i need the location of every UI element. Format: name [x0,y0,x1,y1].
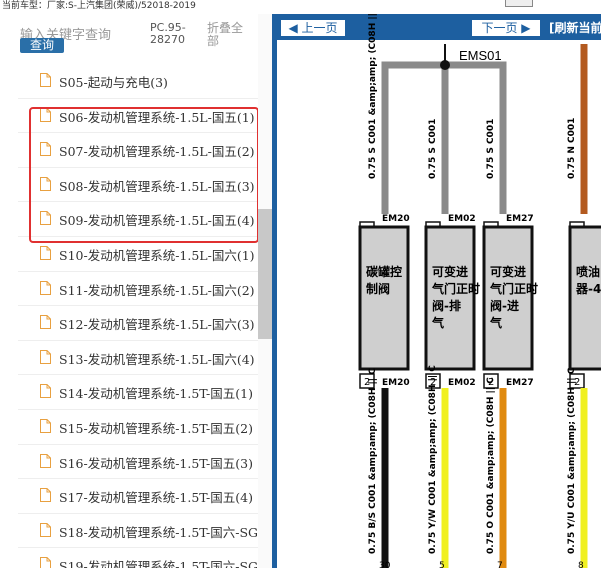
chapter-item[interactable]: S16-发动机管理系统-1.5T-国五(3) [18,445,260,480]
component-name: 喷油 [576,264,600,279]
chapter-item[interactable]: S12-发动机管理系统-1.5L-国六(3) [18,306,260,341]
wire-label: 0.75 S C001 [486,119,496,179]
component-name: 碳罐控 [366,264,402,279]
chapter-label: S17-发动机管理系统-1.5T-国五(4) [59,490,253,506]
chapter-item[interactable]: S11-发动机管理系统-1.5L-国六(2) [18,272,260,307]
chapter-label: S10-发动机管理系统-1.5L-国六(1) [59,247,255,263]
left-panel: 输入关键字查询 查询 PC.95-28270 折叠全部 S05-起动与充电(3)… [0,14,272,568]
document-icon [40,349,51,364]
chapter-label: S18-发动机管理系统-1.5T-国六-SGE [59,524,268,540]
chapter-label: S12-发动机管理系统-1.5L-国六(3) [59,317,255,333]
component-name: 阀-排 [432,298,461,313]
component-box [482,225,534,371]
chapter-item[interactable]: S14-发动机管理系统-1.5T-国五(1) [18,375,260,410]
chapter-item[interactable]: S17-发动机管理系统-1.5T-国五(4) [18,479,260,514]
fold-all-button[interactable]: 折叠全部 [207,22,251,48]
document-icon [40,280,51,295]
wire-label: 0.75 O C001 &amp;amp; (C08H || C [486,377,496,554]
highlight-box [29,107,259,243]
chapter-item[interactable]: S05-起动与充电(3) [18,64,260,99]
connector-label: EM27 [506,214,534,224]
pin-number: 30 [379,561,391,568]
document-icon [40,384,51,399]
connector-label: EM20 [382,214,410,224]
component-name: 气 [431,315,444,330]
wire-label: 0.75 N C001 [567,118,577,179]
chapter-label: S05-起动与充电(3) [59,75,168,90]
connector-label: EM02 [448,214,476,224]
document-icon [40,73,51,87]
component-name: 气门正时 [431,281,480,296]
document-icon [40,488,51,503]
component-box [424,225,476,371]
connector-label: EM27 [506,378,534,388]
chapter-item[interactable]: S18-发动机管理系统-1.5T-国六-SGE [18,514,267,549]
wire-label: 0.75 Y/W C001 &amp;amp; (C08H || C [428,365,438,554]
connector-label: EM20 [382,378,410,388]
pin-number: 5 [439,561,445,568]
component-name: 制阀 [366,281,390,296]
component-name: 气门正时 [489,281,538,296]
top-bar: 当前车型：厂家:S-上汽集团(荣威)/52018-2019 [0,0,601,14]
component-name: 阀-进 [490,298,519,313]
document-icon [40,453,51,468]
wire-label: 0.75 B/S C001 &amp;amp; (C08H || C [368,368,378,554]
component-name: 可变进 [432,264,468,279]
chapter-label: S13-发动机管理系统-1.5L-国六(4) [59,351,255,367]
component-box [358,225,410,371]
component-box [568,225,601,371]
pin-number: 7 [497,561,503,568]
wire-label: 0.75 S C001 [428,119,438,179]
search-button[interactable]: 查询 [20,38,64,53]
document-icon [40,557,51,568]
chapter-item[interactable]: S19-发动机管理系统-1.5T-国六-SGE [18,548,267,568]
chapter-item[interactable]: S15-发动机管理系统-1.5T-国五(2) [18,410,260,445]
chapter-label: S15-发动机管理系统-1.5T-国五(2) [59,420,253,436]
wiring-diagram: ◀ 上一页 下一页 ▶ [刷新当前 EMS01 0.75 S C001 &amp;… [272,14,601,568]
chapter-label: S19-发动机管理系统-1.5T-国六-SGE [59,559,268,568]
wire-label: 0.75 Y/U C001 &amp;amp; (C08H || C [567,367,577,554]
chapter-item[interactable]: S13-发动机管理系统-1.5L-国六(4) [18,341,260,376]
document-icon [40,245,51,260]
current-model-label: 当前车型：厂家:S-上汽集团(荣威)/52018-2019 [2,1,196,11]
wire-label: 0.75 S C001 &amp;amp; (C08H || C [368,14,378,179]
document-icon [40,522,51,537]
connector-label: EM02 [448,378,476,388]
schematic: EMS01 0.75 S C001 &amp;amp; (C08H || C 0.7… [358,14,601,568]
chapter-label: S14-发动机管理系统-1.5T-国五(1) [59,386,253,402]
pc-label: PC.95-28270 [150,21,186,46]
chapter-label: S11-发动机管理系统-1.5L-国六(2) [59,282,255,298]
top-button[interactable] [505,0,533,7]
document-icon [40,418,51,433]
component-name: 可变进 [490,264,526,279]
component-name: 气 [489,315,502,330]
pin-number: 8 [578,561,584,568]
document-icon [40,315,51,330]
component-name: 器-4 [575,282,601,296]
chapter-label: S16-发动机管理系统-1.5T-国五(3) [59,455,253,471]
scrollbar-thumb[interactable] [258,209,272,339]
junction-node [440,60,450,70]
ems01-label: EMS01 [459,48,502,63]
